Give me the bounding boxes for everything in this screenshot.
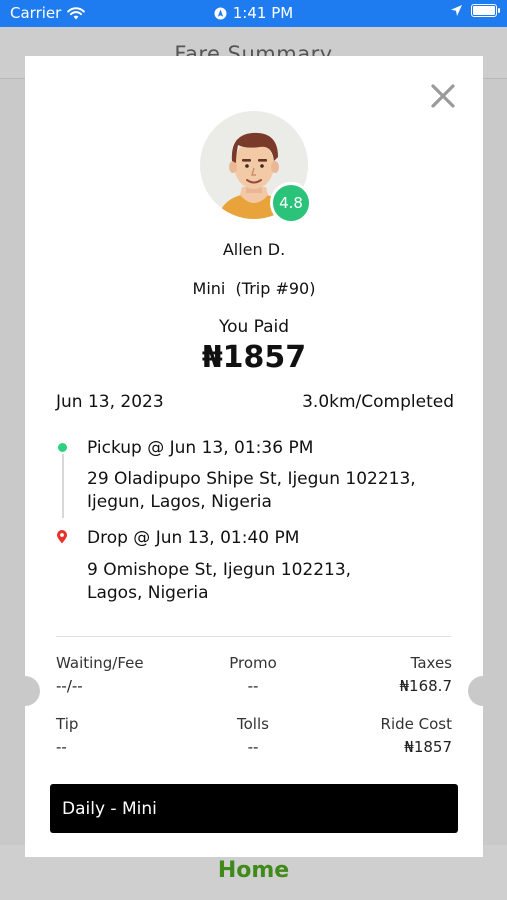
fare-summary-card: 4.8 Allen D. Mini (Trip #90) You Paid ₦1…: [10, 56, 498, 857]
promo-value: --: [247, 677, 259, 695]
status-time: 1:41 PM: [232, 4, 294, 22]
ticket-notch-left: [10, 676, 40, 706]
battery-icon: [471, 4, 500, 17]
tip-value: --: [56, 738, 67, 756]
divider: [56, 636, 451, 637]
ride-cost-value: ₦1857: [404, 738, 452, 756]
plan-button[interactable]: Daily - Mini: [50, 784, 458, 833]
trip-date: Jun 13, 2023: [56, 392, 164, 412]
close-icon[interactable]: [429, 82, 457, 110]
location-arrow-icon: [451, 5, 462, 16]
pickup-title: Pickup @ Jun 13, 01:36 PM: [87, 438, 314, 458]
paid-label: You Paid: [218, 317, 290, 337]
waiting-fee-label: Waiting/Fee: [56, 654, 144, 672]
tolls-label: Tolls: [237, 715, 269, 733]
trip-distance-status: 3.0km/Completed: [302, 392, 454, 412]
drop-title: Drop @ Jun 13, 01:40 PM: [87, 528, 300, 548]
home-tab[interactable]: Home: [0, 858, 507, 883]
status-bar: Carrier 1:41 PM: [0, 0, 507, 27]
tolls-value: --: [247, 738, 259, 756]
ride-cost-label: Ride Cost: [380, 715, 452, 733]
promo-label: Promo: [229, 654, 277, 672]
tip-label: Tip: [56, 715, 79, 733]
paid-amount: ₦1857: [201, 340, 307, 375]
drop-address: 9 Omishope St, Ijegun 102213, Lagos, Nig…: [87, 560, 352, 603]
plan-label: Daily - Mini: [62, 798, 157, 819]
location-services-icon: [214, 7, 227, 19]
taxes-value: ₦168.7: [399, 677, 453, 695]
drop-pin-icon: [57, 530, 67, 544]
waiting-fee-value: --/--: [56, 677, 83, 695]
driver-rating-badge: 4.8: [270, 182, 312, 224]
pickup-dot-icon: [58, 443, 67, 452]
taxes-label: Taxes: [410, 654, 452, 672]
route-line: [62, 454, 64, 518]
driver-name: Allen D.: [222, 240, 286, 259]
ticket-notch-right: [468, 676, 498, 706]
trip-info: Mini (Trip #90): [192, 279, 316, 298]
pickup-address: 29 Oladipupo Shipe St, Ijegun 102213, Ij…: [87, 469, 416, 512]
